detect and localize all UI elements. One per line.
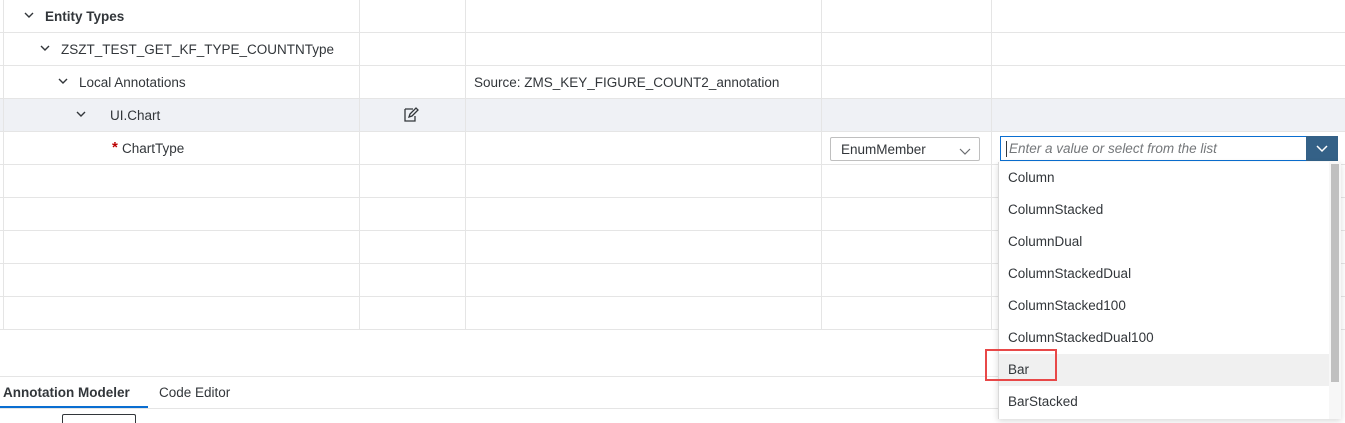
name-cell [3,297,359,329]
edit-cell [359,165,465,197]
type-cell [821,66,991,98]
type-cell [821,165,991,197]
type-cell [821,297,991,329]
source-cell [465,0,821,32]
list-item[interactable]: ColumnStackedDual [999,258,1341,290]
type-cell [821,231,991,263]
required-marker: * [112,139,118,156]
highlight-box [985,349,1057,381]
value-cell [991,99,1345,131]
edit-cell [359,66,465,98]
entity-name-label: ZSZT_TEST_GET_KF_TYPE_COUNTNType [61,42,335,57]
type-cell [821,0,991,32]
edit-cell [359,198,465,230]
value-combobox[interactable] [1000,136,1338,161]
type-cell [821,33,991,65]
edit-icon[interactable] [402,106,420,124]
list-item[interactable]: BarStacked [999,386,1341,418]
option-label: ColumnDual [1008,234,1083,249]
type-cell [821,198,991,230]
name-cell: ZSZT_TEST_GET_KF_TYPE_COUNTNType [3,33,359,65]
table-row-ui-chart[interactable]: UI.Chart [0,99,1345,132]
edit-cell [359,297,465,329]
tab-code-editor[interactable]: Code Editor [159,385,230,400]
edit-cell [359,264,465,296]
option-label: ColumnStackedDual100 [1008,330,1154,345]
list-item[interactable]: ColumnStacked [999,194,1341,226]
name-cell: Local Annotations [3,66,359,98]
source-cell [465,231,821,263]
list-item[interactable]: ColumnDual [999,226,1341,258]
combobox-toggle-button[interactable] [1306,136,1338,161]
option-label: ColumnStackedDual [1008,266,1132,281]
edit-cell [359,99,465,131]
chart-type-label: ChartType [122,141,185,156]
option-label: ColumnStacked100 [1008,298,1126,313]
edit-cell [359,33,465,65]
entity-types-label: Entity Types [45,9,125,24]
source-cell: Source: ZMS_KEY_FIGURE_COUNT2_annotation [465,66,821,98]
source-cell [465,132,821,164]
type-cell [821,99,991,131]
value-cell [991,66,1345,98]
list-item[interactable]: Column [999,162,1341,194]
option-label: Column [1008,170,1055,185]
source-cell [465,99,821,131]
name-cell [3,165,359,197]
source-cell [465,33,821,65]
tab-annotation-modeler[interactable]: Annotation Modeler [3,385,130,400]
chevron-down-icon[interactable] [56,74,70,88]
edit-cell [359,132,465,164]
table-row-entity-types[interactable]: Entity Types [0,0,1345,33]
name-cell [3,264,359,296]
source-label: Source: ZMS_KEY_FIGURE_COUNT2_annotation [474,75,780,90]
tab-divider [0,408,998,409]
local-annotations-label: Local Annotations [79,75,186,90]
chevron-down-icon[interactable] [22,8,36,22]
chevron-down-icon[interactable] [38,41,52,55]
source-cell [465,165,821,197]
scrollbar-thumb[interactable] [1331,164,1339,382]
type-select-value: EnumMember [841,142,926,157]
table-row-entity[interactable]: ZSZT_TEST_GET_KF_TYPE_COUNTNType [0,33,1345,66]
source-cell [465,198,821,230]
chevron-down-icon [959,144,971,159]
edit-cell [359,231,465,263]
active-tab-indicator [0,406,148,408]
name-cell: UI.Chart [3,99,359,131]
type-cell [821,264,991,296]
list-item[interactable]: ColumnStacked100 [999,290,1341,322]
chevron-down-icon [1316,145,1328,153]
option-label: ColumnStacked [1008,202,1104,217]
type-select[interactable]: EnumMember [830,137,980,161]
dropdown-scrollbar[interactable] [1329,162,1341,419]
editor-tab-bar: Annotation Modeler Code Editor [0,376,998,423]
value-cell [991,0,1345,32]
source-cell [465,264,821,296]
source-cell [465,297,821,329]
value-cell [991,33,1345,65]
edit-cell [359,0,465,32]
name-cell: Entity Types [3,0,359,32]
value-input[interactable] [1005,139,1305,158]
name-cell [3,231,359,263]
type-cell: EnumMember [821,132,991,164]
name-cell [3,198,359,230]
name-cell: * ChartType [3,132,359,164]
table-row-local-annotations[interactable]: Local Annotations Source: ZMS_KEY_FIGURE… [0,66,1345,99]
ui-chart-label: UI.Chart [110,108,161,123]
option-label: BarStacked [1008,394,1078,409]
chevron-down-icon[interactable] [74,107,88,121]
